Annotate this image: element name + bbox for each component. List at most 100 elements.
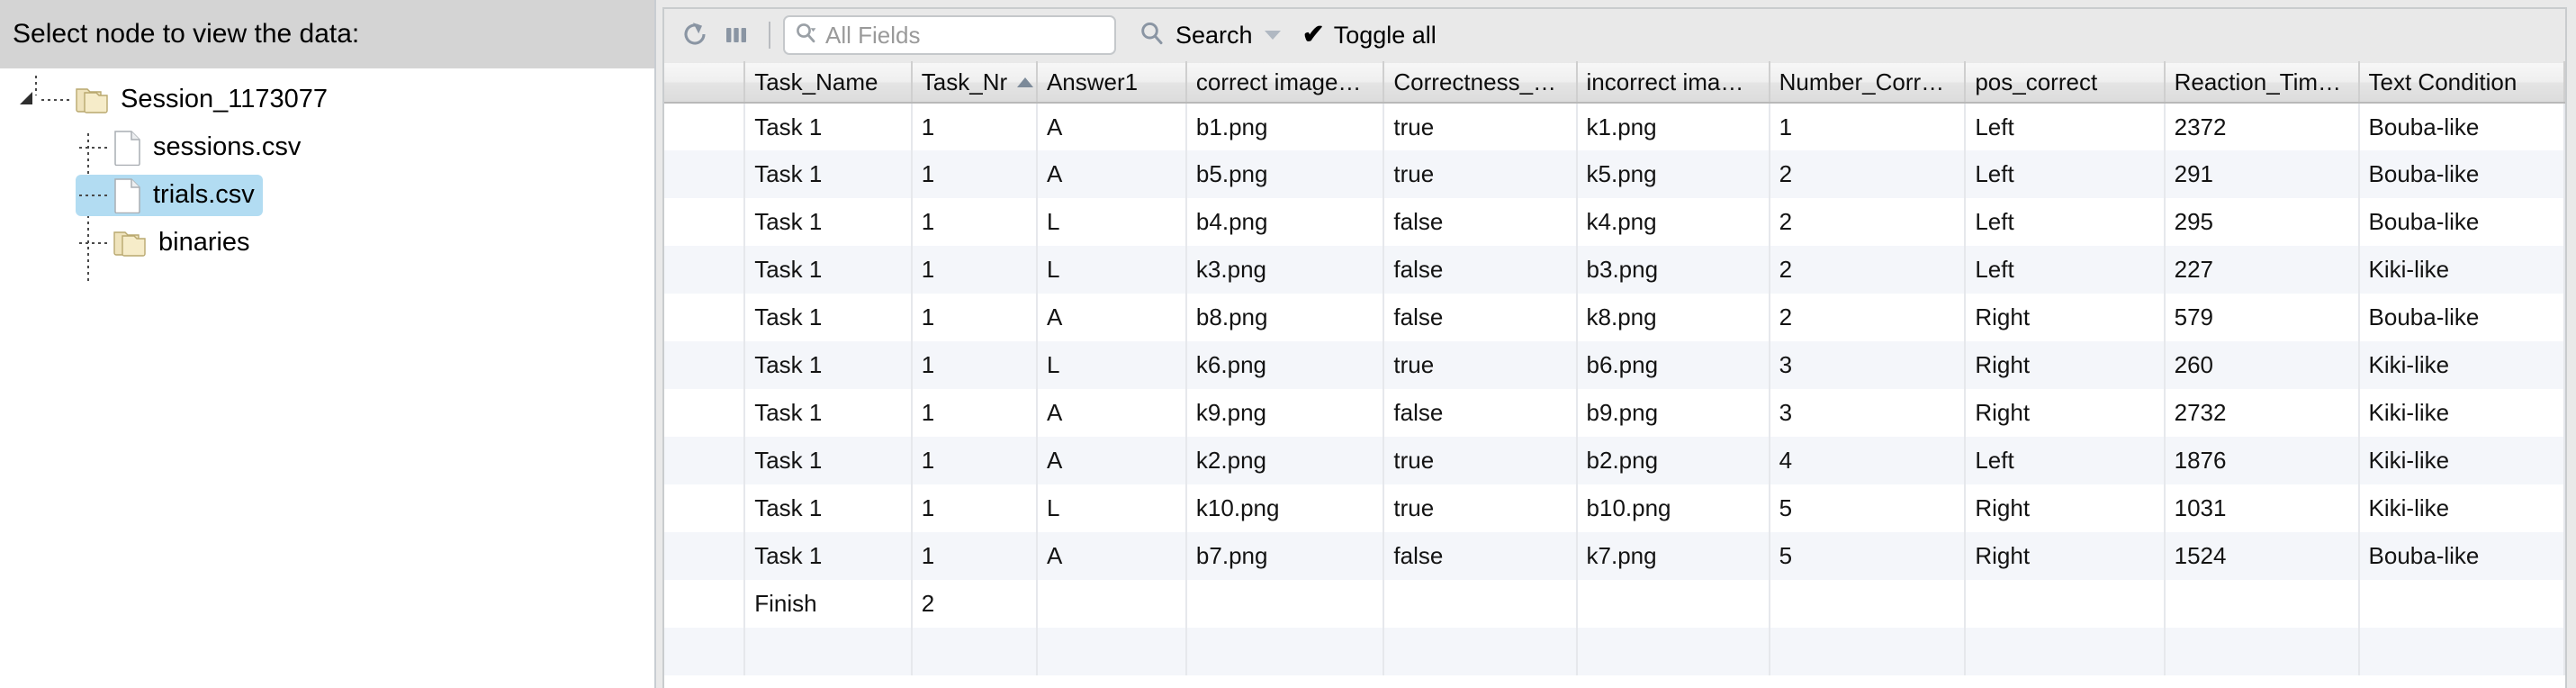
table-cell: 1 xyxy=(911,150,1038,198)
table-row[interactable]: Task 1 1 Lk3.png false b3.png 2 Left 227 Kiki-li… xyxy=(664,246,2565,294)
table-cell: 2 xyxy=(1769,294,1967,341)
table-cell: L xyxy=(1036,341,1187,389)
search-dropdown-icon[interactable] xyxy=(794,21,819,50)
tree-node-session[interactable]: Session_1173077 xyxy=(0,76,654,123)
sort-ascending-icon xyxy=(1017,77,1034,87)
row-gutter-cell xyxy=(664,532,746,580)
table-row[interactable] xyxy=(664,628,2565,675)
tree-node-label: Session_1173077 xyxy=(121,85,329,113)
table-cell: 1 xyxy=(911,389,1038,437)
file-icon xyxy=(112,177,142,213)
table-cell: k6.png xyxy=(1185,341,1385,389)
table-row[interactable]: Task 1 1 Ab8.png false k8.png 2 Right 579 Bouba-… xyxy=(664,294,2565,341)
column-header-label: pos_correct xyxy=(1975,68,2098,95)
table-row[interactable]: Task 1 1 Lk6.png true b6.png 3 Right 260 Kiki-li… xyxy=(664,341,2565,389)
choose-columns-button[interactable] xyxy=(718,16,754,54)
table-cell: Kiki-like xyxy=(2358,484,2565,532)
table-cell: Finish xyxy=(744,580,913,628)
tree-node-trials-csv[interactable]: trials.csv xyxy=(0,171,654,219)
table-cell: b10.png xyxy=(1576,484,1770,532)
table-cell: k3.png xyxy=(1185,246,1385,294)
column-header-task-name[interactable]: Task_Name xyxy=(744,61,913,104)
row-gutter-cell xyxy=(664,150,746,198)
table-cell: k8.png xyxy=(1576,294,1770,341)
table-cell xyxy=(744,628,913,675)
table-cell xyxy=(911,628,1038,675)
table-cell: k10.png xyxy=(1185,484,1385,532)
tree-node-sessions-csv[interactable]: sessions.csv xyxy=(0,123,654,171)
table-cell xyxy=(1576,628,1770,675)
expand-toggle-icon[interactable] xyxy=(16,88,40,112)
column-header-pos-correct[interactable]: pos_correct xyxy=(1965,61,2166,104)
table-row[interactable]: Finish 2 xyxy=(664,580,2565,628)
table-cell: Task 1 xyxy=(744,198,913,246)
table-row[interactable]: Task 1 1 Ab7.png false k7.png 5 Right 1524 Bouba… xyxy=(664,532,2565,580)
column-header-task-nr[interactable]: Task_Nr xyxy=(911,61,1038,104)
column-header-text-condition[interactable]: Text Condition xyxy=(2358,61,2565,104)
table-cell: false xyxy=(1383,532,1578,580)
table-cell: false xyxy=(1383,294,1578,341)
table-cell: Right xyxy=(1965,389,2166,437)
search-button[interactable]: Search xyxy=(1138,19,1281,52)
table-cell: 2372 xyxy=(2164,103,2360,150)
tree-connector-dash xyxy=(41,98,72,101)
row-gutter-header xyxy=(664,61,746,104)
table-cell: false xyxy=(1383,389,1578,437)
table-cell xyxy=(1185,628,1385,675)
table-cell xyxy=(2164,580,2360,628)
search-input[interactable] xyxy=(825,21,1107,50)
table-cell: 2 xyxy=(1769,198,1967,246)
table-cell: Right xyxy=(1965,294,2166,341)
column-header-correctness[interactable]: Correctness_… xyxy=(1383,61,1578,104)
table-cell: false xyxy=(1383,198,1578,246)
table-cell xyxy=(1036,580,1187,628)
row-gutter-cell xyxy=(664,294,746,341)
table-row[interactable]: Task 1 1 Lk10.png true b10.png 5 Right 1031 Kiki… xyxy=(664,484,2565,532)
column-header-label: Task_Name xyxy=(754,68,878,95)
table-cell xyxy=(2358,580,2565,628)
tree-node-binaries[interactable]: binaries xyxy=(0,219,654,267)
table-cell xyxy=(1965,580,2166,628)
row-gutter-cell xyxy=(664,103,746,150)
row-gutter-cell xyxy=(664,389,746,437)
table-row[interactable]: Task 1 1 Lb4.png false k4.png 2 Left 295 Bouba-l… xyxy=(664,198,2565,246)
tree-node-label: binaries xyxy=(158,228,250,257)
table-cell: Bouba-like xyxy=(2358,198,2565,246)
table-cell: true xyxy=(1383,437,1578,484)
table-cell: 227 xyxy=(2164,246,2360,294)
table-row[interactable]: Task 1 1 Ab5.png true k5.png 2 Left 291 Bouba-li… xyxy=(664,150,2565,198)
table-cell: Bouba-like xyxy=(2358,532,2565,580)
table-cell: L xyxy=(1036,484,1187,532)
chevron-down-icon[interactable] xyxy=(1264,31,1281,40)
table-cell: 5 xyxy=(1769,532,1967,580)
table-row[interactable]: Task 1 1 Ak9.png false b9.png 3 Right 2732 Kiki-… xyxy=(664,389,2565,437)
table-cell: true xyxy=(1383,484,1578,532)
column-header-label: Correctness_… xyxy=(1393,68,1557,95)
table-row[interactable]: Task 1 1 Ak2.png true b2.png 4 Left 1876 Kiki-li… xyxy=(664,437,2565,484)
table-cell: 4 xyxy=(1769,437,1967,484)
column-header-reaction-time[interactable]: Reaction_Tim… xyxy=(2164,61,2360,104)
column-header-correct-image[interactable]: correct image… xyxy=(1185,61,1385,104)
table-cell: 579 xyxy=(2164,294,2360,341)
tree-connector-dash xyxy=(79,241,110,244)
table-cell: 291 xyxy=(2164,150,2360,198)
refresh-button[interactable] xyxy=(677,16,713,54)
table-cell: b6.png xyxy=(1576,341,1770,389)
table-cell: b5.png xyxy=(1185,150,1385,198)
column-header-incorrect-image[interactable]: incorrect ima… xyxy=(1576,61,1770,104)
table-cell: L xyxy=(1036,246,1187,294)
folder-icon xyxy=(74,84,110,116)
column-header-answer1[interactable]: Answer1 xyxy=(1036,61,1187,104)
column-header-label: Number_Corr… xyxy=(1779,68,1945,95)
table-row[interactable]: Task 1 1 Ab1.png true k1.png 1 Left 2372 Bouba-l… xyxy=(664,103,2565,150)
column-header-number-correct[interactable]: Number_Corr… xyxy=(1769,61,1967,104)
tree-panel-header-label: Select node to view the data: xyxy=(13,19,360,49)
table-cell: 1 xyxy=(911,484,1038,532)
data-table-container[interactable]: Task_Name Task_Nr Answer1 correct image… xyxy=(664,61,2565,688)
table-cell: b3.png xyxy=(1576,246,1770,294)
toggle-all-button[interactable]: ✔ Toggle all xyxy=(1302,22,1437,49)
table-cell: Left xyxy=(1965,246,2166,294)
table-cell: false xyxy=(1383,246,1578,294)
search-field-container[interactable] xyxy=(783,15,1116,55)
table-cell: Bouba-like xyxy=(2358,294,2565,341)
